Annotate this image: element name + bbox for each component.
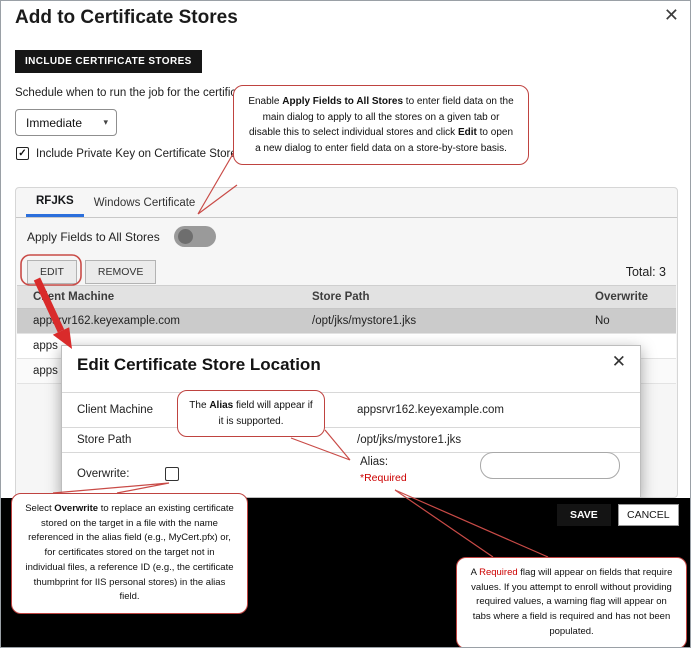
alias-label: Alias: [360, 456, 388, 468]
toggle-knob [178, 229, 193, 244]
include-certificate-stores-button[interactable]: INCLUDE CERTIFICATE STORES [15, 50, 202, 73]
col-header-client-machine: Client Machine [17, 291, 296, 303]
divider [62, 427, 640, 428]
schedule-label: Schedule when to run the job for the cer… [15, 87, 252, 99]
client-machine-label: Client Machine [77, 404, 153, 416]
callout-alias: The Alias field will appear if it is sup… [177, 390, 325, 437]
check-icon: ✓ [18, 149, 26, 159]
store-path-label: Store Path [77, 434, 131, 446]
col-header-store-path: Store Path [296, 291, 579, 303]
callout-required: A Required flag will appear on fields th… [456, 557, 687, 648]
remove-button[interactable]: REMOVE [85, 260, 157, 284]
overwrite-checkbox[interactable] [165, 467, 179, 481]
client-machine-value: appsrvr162.keyexample.com [357, 404, 504, 416]
include-private-key-label: Include Private Key on Certificate Store… [36, 148, 242, 160]
tab-strip: RFJKS Windows Certificate [16, 188, 677, 218]
dialog-title: Edit Certificate Store Location [77, 355, 321, 375]
save-button[interactable]: SAVE [557, 504, 611, 526]
alias-input[interactable] [480, 452, 620, 479]
schedule-select[interactable]: Immediate ▾ [15, 109, 117, 136]
cell-overwrite: No [579, 315, 676, 327]
cell-store-path: /opt/jks/mystore1.jks [296, 315, 579, 327]
store-path-value: /opt/jks/mystore1.jks [357, 434, 461, 446]
callout-overwrite: Select Overwrite to replace an existing … [11, 493, 248, 614]
total-count: Total: 3 [626, 265, 666, 279]
chevron-down-icon: ▾ [103, 117, 108, 128]
close-icon[interactable]: ✕ [664, 5, 679, 26]
table-row[interactable]: appsrvr162.keyexample.com /opt/jks/mysto… [17, 309, 676, 334]
col-header-overwrite: Overwrite [579, 291, 676, 303]
include-private-key-checkbox[interactable]: ✓ [16, 147, 29, 160]
required-flag: *Required [360, 472, 407, 484]
divider [62, 392, 640, 393]
cell-client-machine: appsrvr162.keyexample.com [17, 315, 296, 327]
close-icon[interactable]: ✕ [612, 352, 626, 372]
edit-button[interactable]: EDIT [27, 260, 77, 284]
callout-apply-fields: Enable Apply Fields to All Stores to ent… [233, 85, 529, 165]
cancel-button[interactable]: CANCEL [618, 504, 679, 526]
tab-rfjks[interactable]: RFJKS [26, 188, 84, 217]
apply-fields-label: Apply Fields to All Stores [27, 230, 160, 244]
edit-certificate-store-location-dialog: Edit Certificate Store Location ✕ Client… [61, 345, 641, 498]
page-title: Add to Certificate Stores [15, 7, 238, 29]
apply-fields-toggle[interactable] [174, 226, 216, 247]
add-to-certificate-stores-dialog: Add to Certificate Stores ✕ INCLUDE CERT… [0, 0, 691, 648]
tab-windows-certificate[interactable]: Windows Certificate [84, 188, 206, 217]
overwrite-label: Overwrite: [77, 468, 129, 480]
table-header-row: Client Machine Store Path Overwrite [17, 285, 676, 309]
schedule-selected-value: Immediate [26, 116, 82, 130]
